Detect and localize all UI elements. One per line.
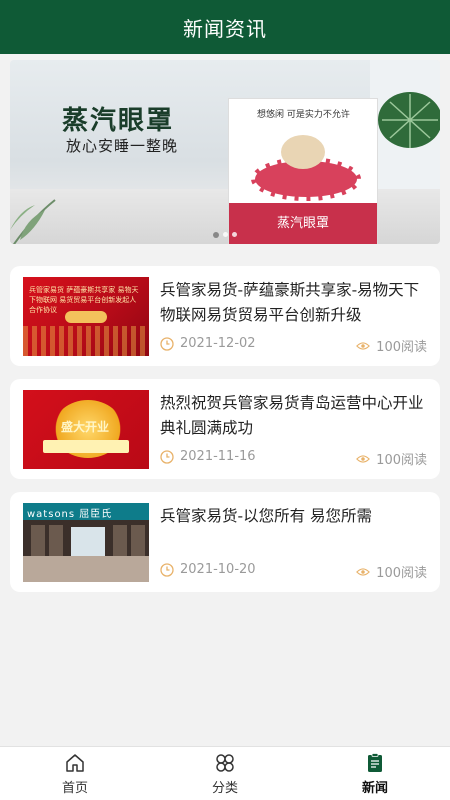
skyline-graphic xyxy=(23,326,149,356)
clock-icon xyxy=(160,449,174,464)
clock-icon xyxy=(160,336,174,351)
news-title: 兵管家易货-萨蕴豪斯共享家-易物天下物联网易货贸易平台创新升级 xyxy=(160,281,420,324)
thumbnail-caption: watsons 屈臣氏 xyxy=(27,509,113,520)
banner-subline: 放心安睡一整晚 xyxy=(66,137,179,155)
app-header: 新闻资讯 xyxy=(0,0,450,54)
news-item[interactable]: watsons 屈臣氏 兵管家易货-以您所有 易您所需 2021-10-20 1… xyxy=(10,492,440,592)
page-title: 新闻资讯 xyxy=(183,16,267,41)
carousel-dot[interactable] xyxy=(213,232,219,238)
carousel-dot[interactable] xyxy=(223,232,228,237)
eye-icon xyxy=(356,454,371,463)
tab-home-label: 首页 xyxy=(61,780,88,796)
news-thumbnail: 兵管家易货 萨蕴豪斯共享家 易物天下物联网 易货贸易平台创新发起人合作协议 xyxy=(23,277,149,356)
tab-category-label: 分类 xyxy=(211,780,238,796)
news-views: 100阅读 xyxy=(356,449,427,468)
news-views-text: 100阅读 xyxy=(376,453,427,468)
news-date: 2021-11-16 xyxy=(160,449,256,464)
news-item[interactable]: 盛大开业 热烈祝贺兵管家易货青岛运营中心开业典礼圆满成功 2021-11-16 … xyxy=(10,379,440,479)
news-date-text: 2021-10-20 xyxy=(180,562,256,577)
thumbnail-caption: 盛大开业 xyxy=(61,420,110,434)
news-date-text: 2021-11-16 xyxy=(180,449,256,464)
news-title: 兵管家易货-以您所有 易您所需 xyxy=(160,507,373,525)
product-tagline: 想悠闲 可是实力不允许 xyxy=(257,110,350,120)
carousel-indicator xyxy=(10,232,440,238)
category-icon xyxy=(216,753,234,772)
home-icon xyxy=(66,753,84,772)
eye-icon xyxy=(356,567,371,576)
product-box-title: 蒸汽眼罩 xyxy=(276,216,329,231)
eye-icon xyxy=(356,341,371,350)
news-title: 热烈祝贺兵管家易货青岛运营中心开业典礼圆满成功 xyxy=(160,394,424,437)
product-box: 想悠闲 可是实力不允许 蒸汽眼罩 xyxy=(228,98,378,244)
clock-icon xyxy=(160,562,174,577)
tab-home[interactable]: 首页 xyxy=(0,747,150,800)
tab-news-label: 新闻 xyxy=(361,780,388,796)
promo-banner[interactable]: 蒸汽眼罩 放心安睡一整晚 想悠闲 可是实力不允许 蒸汽眼罩 xyxy=(10,60,440,244)
tab-news[interactable]: 新闻 xyxy=(300,747,450,800)
news-thumbnail: watsons 屈臣氏 xyxy=(23,503,149,582)
news-views: 100阅读 xyxy=(356,336,427,355)
thumbnail-badge xyxy=(65,311,107,323)
news-views-text: 100阅读 xyxy=(376,566,427,581)
news-views: 100阅读 xyxy=(356,562,427,581)
thumbnail-ribbon xyxy=(43,440,129,453)
news-date: 2021-10-20 xyxy=(160,562,256,577)
bottom-tab-bar: 首页 分类 新闻 xyxy=(0,746,450,800)
banner-headline: 蒸汽眼罩 xyxy=(62,106,175,136)
pug-illustration xyxy=(281,135,325,169)
tab-category[interactable]: 分类 xyxy=(150,747,300,800)
store-floor xyxy=(23,556,149,582)
carousel-dot[interactable] xyxy=(232,232,237,237)
news-date: 2021-12-02 xyxy=(160,336,256,351)
news-icon xyxy=(368,752,382,772)
news-thumbnail: 盛大开业 xyxy=(23,390,149,469)
news-date-text: 2021-12-02 xyxy=(180,336,256,351)
news-item[interactable]: 兵管家易货 萨蕴豪斯共享家 易物天下物联网 易货贸易平台创新发起人合作协议 兵管… xyxy=(10,266,440,366)
news-views-text: 100阅读 xyxy=(376,340,427,355)
